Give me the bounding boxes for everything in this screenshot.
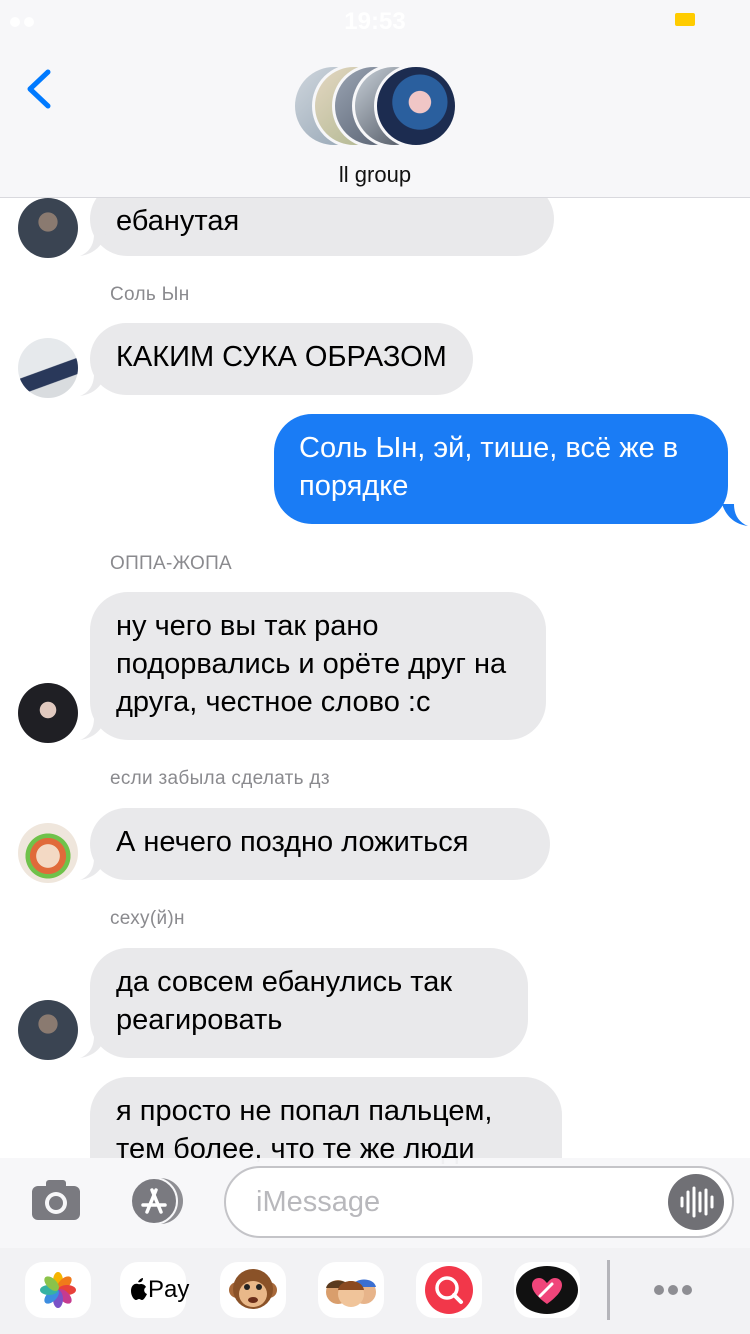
chat-header: 19:53 ll group: [0, 0, 750, 198]
group-avatars[interactable]: [292, 64, 462, 148]
apple-pay-button[interactable]: Pay: [120, 1262, 190, 1318]
avatar[interactable]: [18, 1000, 78, 1060]
audio-message-button[interactable]: [668, 1174, 724, 1230]
app-drawer: Pay: [0, 1248, 750, 1334]
message-input-field[interactable]: [224, 1166, 734, 1238]
bubble-tail: [80, 1036, 106, 1058]
more-apps-button[interactable]: [640, 1262, 706, 1318]
avatar[interactable]: [18, 338, 78, 398]
image-search-button[interactable]: [416, 1262, 482, 1318]
digital-touch-icon: [516, 1266, 578, 1314]
sender-name: Соль Ын: [110, 284, 190, 305]
avatar[interactable]: [18, 683, 78, 743]
avatar[interactable]: [18, 823, 78, 883]
sender-name: если забыла сделать дз: [110, 768, 330, 789]
status-time: 19:53: [344, 8, 406, 35]
photos-icon: [40, 1272, 76, 1308]
bubble-tail: [80, 858, 106, 880]
message-bubble[interactable]: А нечего поздно ложиться: [90, 808, 550, 880]
sender-name: ОППА-ЖОПА: [110, 553, 233, 574]
message-bubble[interactable]: ну чего вы так рано подорвались и орёте …: [90, 592, 546, 740]
app-store-button[interactable]: [126, 1176, 188, 1226]
battery-icon: [675, 13, 695, 26]
memoji-icon: [326, 1279, 376, 1307]
more-icon: [654, 1285, 692, 1295]
bubble-tail: [80, 234, 106, 256]
camera-button[interactable]: [30, 1178, 82, 1222]
bubble-tail: [722, 504, 748, 526]
image-search-icon: [425, 1266, 473, 1314]
animoji-monkey-icon: [229, 1269, 277, 1309]
message-bubble[interactable]: да совсем ебанулись так реагировать: [90, 948, 528, 1058]
compose-bar: [0, 1158, 750, 1248]
camera-icon: [32, 1180, 80, 1220]
audio-waveform-icon: [680, 1186, 714, 1218]
sender-name: сеху(й)н: [110, 908, 185, 929]
app-store-icon: [130, 1177, 183, 1225]
animoji-button[interactable]: [220, 1262, 286, 1318]
message-input[interactable]: [256, 1182, 656, 1222]
group-name[interactable]: ll group: [0, 162, 750, 188]
message-bubble[interactable]: КАКИМ СУКА ОБРАЗОМ: [90, 323, 473, 395]
memoji-button[interactable]: [318, 1262, 384, 1318]
avatar[interactable]: [18, 198, 78, 258]
apple-pay-icon: [131, 1278, 147, 1300]
back-chevron-icon: [27, 69, 51, 109]
bubble-tail: [80, 718, 106, 740]
avatar: [374, 64, 458, 148]
photos-app-button[interactable]: [25, 1262, 91, 1318]
bubble-tail: [80, 374, 106, 396]
outgoing-message-bubble[interactable]: Соль Ын, эй, тише, всё же в порядке: [274, 414, 728, 524]
digital-touch-button[interactable]: [514, 1262, 580, 1318]
back-button[interactable]: [22, 64, 58, 114]
apple-pay-label: Pay: [148, 1276, 190, 1303]
drawer-divider: [607, 1260, 610, 1320]
